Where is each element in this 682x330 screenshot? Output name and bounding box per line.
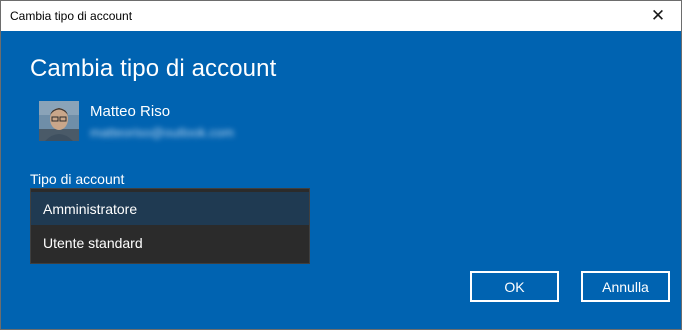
account-type-dropdown[interactable]: Amministratore Utente standard <box>30 188 310 264</box>
user-name: Matteo Riso <box>90 103 171 120</box>
close-icon[interactable]: ✕ <box>635 1 681 31</box>
option-utente-standard[interactable]: Utente standard <box>31 226 309 259</box>
user-avatar <box>39 101 79 141</box>
account-type-label: Tipo di account <box>30 171 125 187</box>
dialog-content: Cambia tipo di account Matteo Riso matte… <box>1 31 681 329</box>
ok-button[interactable]: OK <box>470 271 559 302</box>
title-bar[interactable]: Cambia tipo di account ✕ <box>1 1 681 31</box>
cancel-button[interactable]: Annulla <box>581 271 670 302</box>
window-title: Cambia tipo di account <box>10 9 133 23</box>
user-email: matteoriso@outlook.com <box>90 125 234 140</box>
page-title: Cambia tipo di account <box>30 55 277 82</box>
avatar-photo <box>39 101 79 141</box>
option-amministratore[interactable]: Amministratore <box>31 192 309 225</box>
dialog-window: Cambia tipo di account ✕ Cambia tipo di … <box>0 0 682 330</box>
